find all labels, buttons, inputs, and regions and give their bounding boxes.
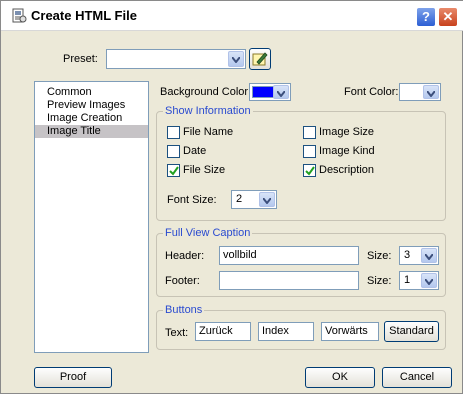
footer-size-value: 1: [404, 274, 411, 286]
cancel-button[interactable]: Cancel: [382, 367, 452, 388]
list-item-preview-images[interactable]: Preview Images: [35, 99, 148, 112]
background-color-picker[interactable]: [249, 83, 291, 101]
footer-size-select[interactable]: 1: [399, 271, 439, 290]
preset-select[interactable]: [106, 49, 246, 69]
standard-button[interactable]: Standard: [384, 321, 439, 342]
file-name-checkbox[interactable]: [167, 126, 180, 139]
header-label: Header:: [165, 250, 205, 262]
font-color-picker[interactable]: [399, 83, 441, 101]
header-size-select[interactable]: 3: [399, 246, 439, 265]
buttons-text-label: Text:: [165, 327, 189, 339]
help-button[interactable]: ?: [416, 7, 436, 27]
proof-button[interactable]: Proof: [34, 367, 112, 388]
show-information-title: Show Information: [163, 105, 253, 117]
footer-size-label: Size:: [367, 275, 392, 287]
image-kind-label: Image Kind: [319, 145, 375, 157]
edit-icon: [252, 52, 268, 70]
index-text-input[interactable]: Index: [258, 322, 314, 341]
full-view-caption-group: Full View Caption Header: vollbild Size:…: [156, 227, 446, 297]
date-label: Date: [183, 145, 207, 157]
list-item-image-creation[interactable]: Image Creation: [35, 112, 148, 125]
checkmark-icon: [169, 166, 179, 176]
description-checkbox[interactable]: [303, 164, 316, 177]
buttons-group-title: Buttons: [163, 304, 205, 316]
buttons-group: Buttons Text: Zurück Index Vorwärts Stan…: [156, 304, 446, 350]
date-checkbox[interactable]: [167, 145, 180, 158]
image-size-checkbox[interactable]: [303, 126, 316, 139]
chevron-down-icon[interactable]: [421, 248, 437, 263]
chevron-down-icon[interactable]: [228, 51, 244, 67]
chevron-down-icon[interactable]: [273, 85, 289, 99]
back-text-input[interactable]: Zurück: [195, 322, 251, 341]
show-information-group: Show Information File Name Image Size Da…: [156, 105, 446, 221]
category-list[interactable]: Common Preview Images Image Creation Ima…: [34, 81, 149, 353]
list-item-common[interactable]: Common: [35, 86, 148, 99]
image-size-label: Image Size: [319, 126, 375, 138]
header-size-label: Size:: [367, 250, 392, 262]
list-item-image-title[interactable]: Image Title: [35, 125, 148, 138]
font-color-swatch: [402, 86, 424, 98]
close-button[interactable]: ✕: [438, 7, 458, 27]
description-label: Description: [319, 164, 375, 176]
background-color-label: Background Color:: [160, 86, 252, 98]
preset-label: Preset:: [63, 53, 98, 65]
font-color-label: Font Color:: [344, 86, 399, 98]
ok-button[interactable]: OK: [305, 367, 375, 388]
font-size-label: Font Size:: [167, 194, 217, 206]
background-color-swatch: [252, 86, 274, 98]
font-size-value: 2: [236, 193, 243, 205]
chevron-down-icon[interactable]: [423, 85, 439, 99]
chevron-down-icon[interactable]: [259, 192, 275, 207]
window-title: Create HTML File: [31, 8, 137, 23]
create-html-file-dialog: Create HTML File ? ✕ Preset: Common Prev…: [0, 0, 463, 394]
chevron-down-icon[interactable]: [421, 273, 437, 288]
forward-text-input[interactable]: Vorwärts: [321, 322, 379, 341]
full-view-caption-title: Full View Caption: [163, 227, 253, 239]
title-bar[interactable]: Create HTML File ? ✕: [1, 1, 463, 31]
edit-preset-button[interactable]: [249, 48, 271, 70]
footer-label: Footer:: [165, 275, 200, 287]
file-name-label: File Name: [183, 126, 234, 138]
header-input[interactable]: vollbild: [219, 246, 359, 265]
image-kind-checkbox[interactable]: [303, 145, 316, 158]
header-size-value: 3: [404, 249, 411, 261]
checkmark-icon: [305, 166, 315, 176]
font-size-select[interactable]: 2: [231, 190, 277, 209]
document-icon: [11, 8, 27, 24]
file-size-checkbox[interactable]: [167, 164, 180, 177]
file-size-label: File Size: [183, 164, 226, 176]
footer-input[interactable]: [219, 271, 359, 290]
